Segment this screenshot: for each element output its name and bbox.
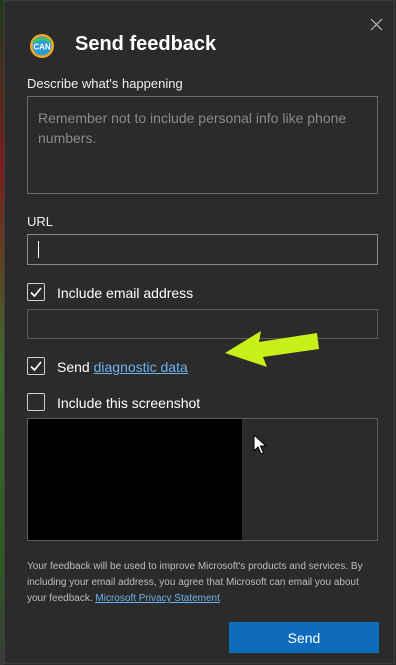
send-button[interactable]: Send	[229, 622, 379, 653]
include-email-label: Include email address	[57, 285, 194, 301]
describe-label: Describe what's happening	[27, 76, 183, 91]
dialog-title: Send feedback	[75, 33, 217, 55]
include-screenshot-label: Include this screenshot	[57, 395, 201, 411]
email-input[interactable]	[27, 309, 378, 339]
diagnostic-data-link[interactable]: diagnostic data	[94, 359, 188, 375]
mouse-cursor-icon	[253, 434, 267, 455]
diagnostic-label-prefix: Send	[57, 359, 90, 375]
url-label: URL	[27, 214, 54, 229]
url-input[interactable]	[27, 234, 378, 265]
privacy-notice: Your feedback will be used to improve Mi…	[27, 559, 377, 607]
diagnostic-data-checkbox[interactable]	[27, 357, 45, 375]
screenshot-preview	[27, 418, 378, 541]
checkmark-icon	[30, 361, 42, 372]
diagnostic-label: Send diagnostic data	[57, 359, 188, 375]
logo-text: CAN	[33, 43, 51, 52]
feedback-dialog: CAN Send feedback Describe what's happen…	[4, 0, 395, 664]
privacy-statement-link[interactable]: Microsoft Privacy Statement	[95, 593, 219, 604]
description-placeholder: Remember not to include personal info li…	[38, 110, 347, 146]
include-email-checkbox[interactable]	[27, 283, 45, 301]
logo-icon: CAN	[28, 32, 56, 60]
screenshot-thumbnail	[28, 419, 242, 540]
description-textarea[interactable]: Remember not to include personal info li…	[27, 96, 378, 194]
text-caret	[38, 241, 39, 258]
checkmark-icon	[30, 287, 42, 298]
close-button[interactable]	[367, 15, 387, 35]
close-icon	[370, 18, 383, 31]
annotation-arrow-icon	[225, 331, 319, 367]
include-screenshot-checkbox[interactable]	[27, 393, 45, 411]
